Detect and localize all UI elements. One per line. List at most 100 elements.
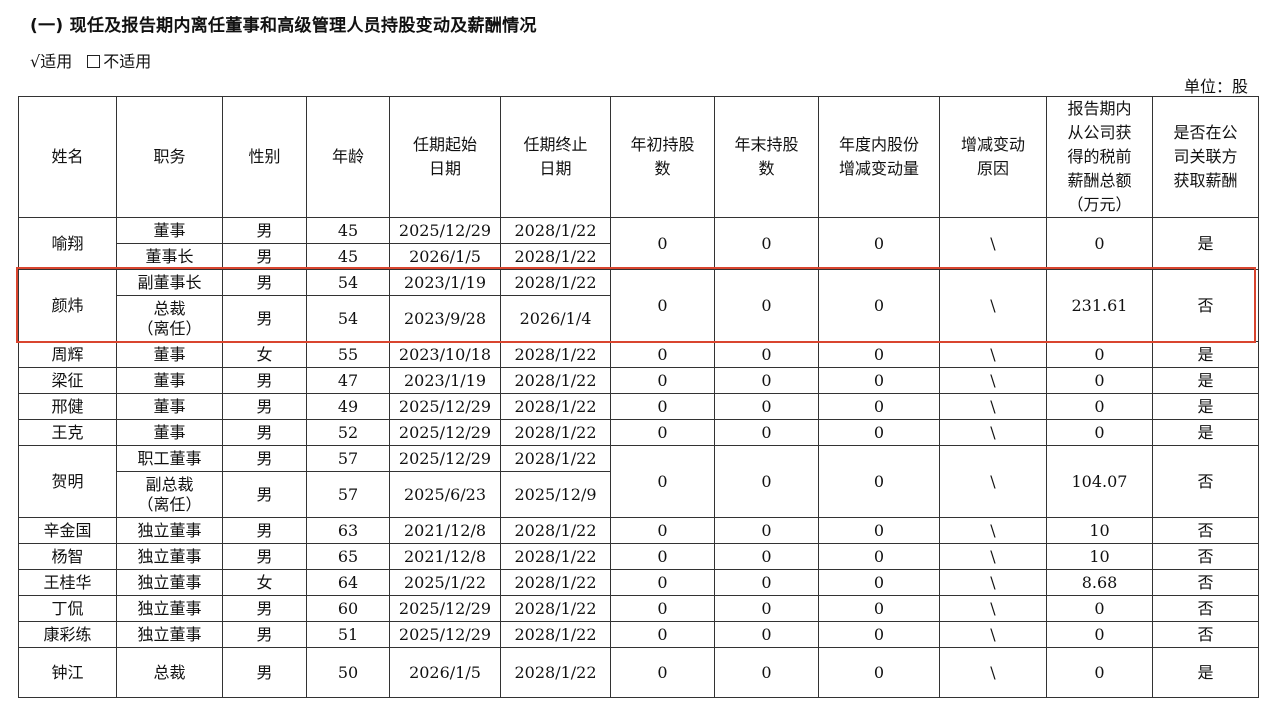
name-cell: 贺明 bbox=[18, 445, 117, 518]
related-party-pay-cell: 否 bbox=[1152, 517, 1259, 544]
cell-line: 总裁 bbox=[153, 298, 186, 318]
shares-end-cell: 0 bbox=[714, 595, 819, 622]
cell-line: 从公司获 bbox=[1067, 123, 1132, 142]
position-cell: 独立董事 bbox=[116, 595, 223, 622]
pretax-pay-cell: 0 bbox=[1046, 341, 1153, 368]
position-cell: 董事 bbox=[116, 393, 223, 420]
position-cell: 独立董事 bbox=[116, 517, 223, 544]
gender-cell: 女 bbox=[222, 569, 307, 596]
table-row: 钟江 总裁男 50 2026/1/5 2028/1/22 0 0 0 \ 0 是 bbox=[18, 647, 1259, 698]
share-change-cell: 0 bbox=[818, 269, 940, 342]
shares-end-cell: 0 bbox=[714, 543, 819, 570]
shares-begin-cell: 0 bbox=[610, 621, 715, 648]
term-start-cell: 2026/1/5 bbox=[389, 243, 501, 270]
cell-line: 是否在公 bbox=[1173, 123, 1238, 142]
shares-begin-cell: 0 bbox=[610, 647, 715, 698]
share-change-cell: 0 bbox=[818, 569, 940, 596]
column-header: 姓名 bbox=[18, 96, 117, 218]
age-cell: 55 bbox=[306, 341, 390, 368]
name-cell: 梁征 bbox=[18, 367, 117, 394]
cell-line: 董事 bbox=[153, 396, 186, 416]
cell-line: 增减变动 bbox=[960, 135, 1025, 154]
term-start-cell: 2025/12/29 bbox=[389, 445, 501, 472]
cell-line: 得的税前 bbox=[1067, 147, 1132, 166]
pretax-pay-cell: 10 bbox=[1046, 517, 1153, 544]
pretax-pay-cell: 231.61 bbox=[1046, 269, 1153, 342]
change-reason-cell: \ bbox=[939, 367, 1047, 394]
gender-cell: 女 bbox=[222, 341, 307, 368]
gender-cell: 男 bbox=[222, 295, 307, 342]
change-reason-cell: \ bbox=[939, 595, 1047, 622]
term-start-cell: 2023/1/19 bbox=[389, 367, 501, 394]
age-cell: 51 bbox=[306, 621, 390, 648]
term-start-cell: 2025/1/22 bbox=[389, 569, 501, 596]
change-reason-cell: \ bbox=[939, 269, 1047, 342]
cell-line: 司关联方 bbox=[1173, 147, 1238, 166]
change-reason-cell: \ bbox=[939, 217, 1047, 270]
change-reason-cell: \ bbox=[939, 621, 1047, 648]
cell-line: 独立董事 bbox=[137, 546, 202, 566]
cell-line: 董事 bbox=[153, 422, 186, 442]
related-party-pay-cell: 是 bbox=[1152, 419, 1259, 446]
related-party-pay-cell: 是 bbox=[1152, 341, 1259, 368]
age-cell: 65 bbox=[306, 543, 390, 570]
related-party-pay-cell: 是 bbox=[1152, 217, 1259, 270]
age-cell: 60 bbox=[306, 595, 390, 622]
share-change-cell: 0 bbox=[818, 647, 940, 698]
age-cell: 64 bbox=[306, 569, 390, 596]
name-cell: 辛金国 bbox=[18, 517, 117, 544]
table-row: 王克 董事男 52 2025/12/29 2028/1/22 0 0 0 \ 0 是 bbox=[18, 419, 1259, 446]
shares-begin-cell: 0 bbox=[610, 517, 715, 544]
table-row: 贺明 职工董事男 57 2025/12/29 2028/1/22 0 0 0 \ 104.07 否 bbox=[18, 445, 1259, 518]
age-cell: 63 bbox=[306, 517, 390, 544]
term-end-cell: 2028/1/22 bbox=[500, 367, 611, 394]
table-row: 丁侃 独立董事男 60 2025/12/29 2028/1/22 0 0 0 \ 0 否 bbox=[18, 595, 1259, 622]
position-cell: 董事 bbox=[116, 419, 223, 446]
cell-line: 独立董事 bbox=[137, 598, 202, 618]
share-change-cell: 0 bbox=[818, 621, 940, 648]
cell-line: 获取薪酬 bbox=[1173, 171, 1238, 190]
position-cell: 总裁 （离任） bbox=[116, 295, 223, 342]
column-header: 年初持股数 bbox=[610, 96, 715, 218]
cell-line: 数 bbox=[758, 159, 775, 178]
age-cell: 47 bbox=[306, 367, 390, 394]
age-cell: 57 bbox=[306, 471, 390, 518]
section-heading: (一) 现任及报告期内离任董事和高级管理人员持股变动及薪酬情况 bbox=[30, 16, 537, 36]
age-cell: 54 bbox=[306, 295, 390, 342]
term-start-cell: 2023/1/19 bbox=[389, 269, 501, 296]
gender-cell: 男 bbox=[222, 471, 307, 518]
cell-line: 报告期内 bbox=[1067, 99, 1132, 118]
position-cell: 职工董事 bbox=[116, 445, 223, 472]
cell-line: 副董事长 bbox=[137, 272, 202, 292]
gender-cell: 男 bbox=[222, 367, 307, 394]
cell-line: 独立董事 bbox=[137, 624, 202, 644]
term-start-cell: 2025/6/23 bbox=[389, 471, 501, 518]
related-party-pay-cell: 否 bbox=[1152, 445, 1259, 518]
position-cell: 独立董事 bbox=[116, 543, 223, 570]
table-header-row: 姓名 职务 性别 年龄 任期起始 日期 任期终止 日期 年初持股数年末持股数年度内股份 增减变动量… bbox=[18, 96, 1259, 218]
cell-line: 职工董事 bbox=[137, 448, 202, 468]
shares-begin-cell: 0 bbox=[610, 595, 715, 622]
column-header: 任期终止 日期 bbox=[500, 96, 611, 218]
change-reason-cell: \ bbox=[939, 419, 1047, 446]
table-row: 梁征 董事男 47 2023/1/19 2028/1/22 0 0 0 \ 0 是 bbox=[18, 367, 1259, 394]
shares-end-cell: 0 bbox=[714, 393, 819, 420]
pretax-pay-cell: 0 bbox=[1046, 647, 1153, 698]
change-reason-cell: \ bbox=[939, 517, 1047, 544]
gender-cell: 男 bbox=[222, 595, 307, 622]
gender-cell: 男 bbox=[222, 543, 307, 570]
gender-cell: 男 bbox=[222, 445, 307, 472]
cell-line: 性别 bbox=[248, 147, 281, 166]
change-reason-cell: \ bbox=[939, 445, 1047, 518]
position-cell: 总裁 bbox=[116, 647, 223, 698]
table-row: 邢健 董事男 49 2025/12/29 2028/1/22 0 0 0 \ 0 是 bbox=[18, 393, 1259, 420]
shares-end-cell: 0 bbox=[714, 569, 819, 596]
cell-line: 姓名 bbox=[51, 147, 84, 166]
name-cell: 周辉 bbox=[18, 341, 117, 368]
shares-end-cell: 0 bbox=[714, 269, 819, 342]
term-start-cell: 2025/12/29 bbox=[389, 217, 501, 244]
column-header: 报告期内 从公司获 得的税前 薪酬总额 （万元） bbox=[1046, 96, 1153, 218]
age-cell: 57 bbox=[306, 445, 390, 472]
shares-begin-cell: 0 bbox=[610, 543, 715, 570]
term-end-cell: 2025/12/9 bbox=[500, 471, 611, 518]
